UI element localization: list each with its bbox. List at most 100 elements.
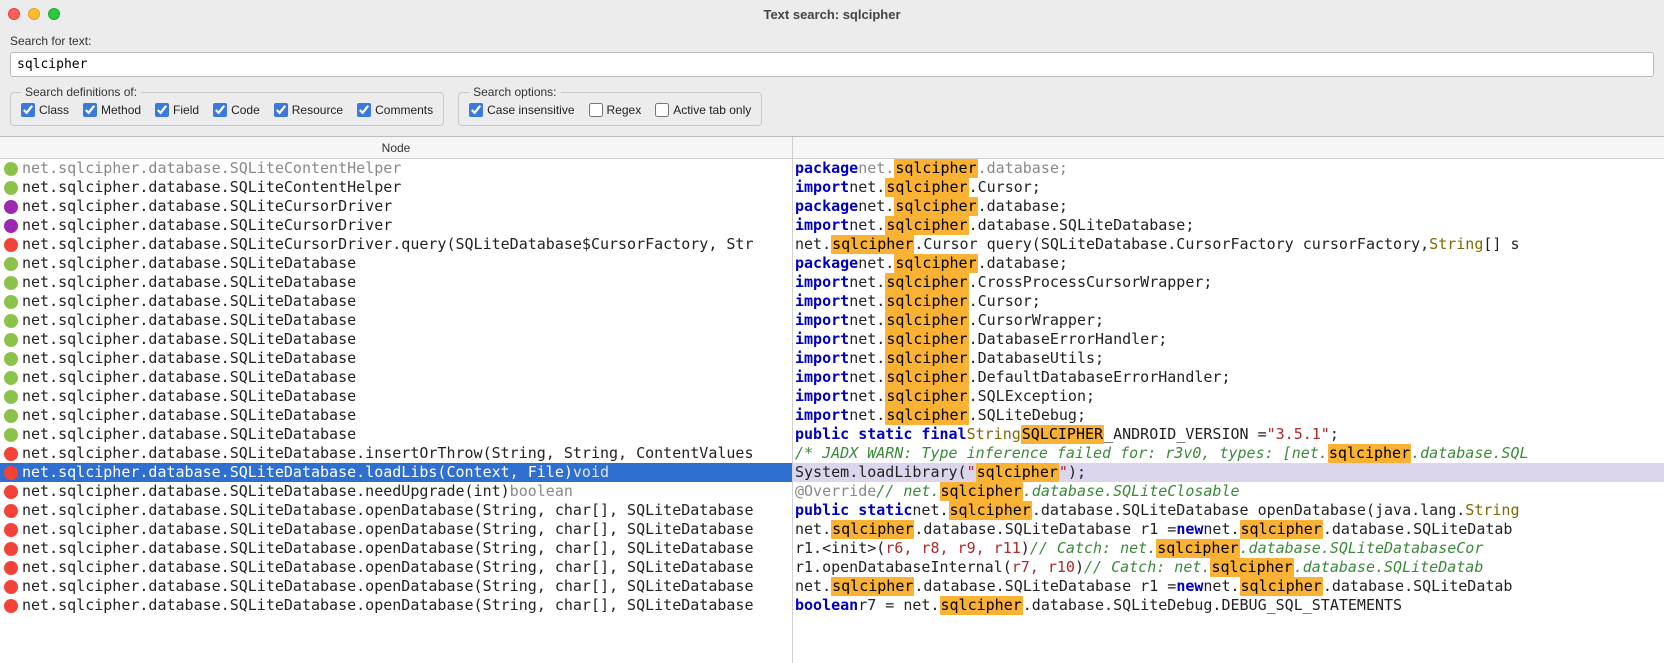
result-row[interactable]: net.sqlcipher.database.SQLiteDatabase.op… [0, 539, 792, 558]
result-row[interactable]: net.sqlcipher.database.SQLiteDatabase [0, 311, 792, 330]
result-row[interactable]: net.sqlcipher.database.SQLiteDatabase.in… [0, 444, 792, 463]
code-row[interactable]: System.loadLibrary("sqlcipher"); [793, 463, 1664, 482]
result-row[interactable]: net.sqlcipher.database.SQLiteDatabase [0, 254, 792, 273]
checkbox-class[interactable] [21, 103, 35, 117]
check-code[interactable]: Code [213, 103, 260, 117]
check-resource[interactable]: Resource [274, 103, 343, 117]
result-row[interactable]: net.sqlcipher.database.SQLiteDatabase.lo… [0, 463, 792, 482]
result-row[interactable]: net.sqlcipher.database.SQLiteDatabase [0, 292, 792, 311]
method-icon [4, 238, 18, 252]
search-label: Search for text: [10, 34, 1654, 48]
result-row[interactable]: net.sqlcipher.database.SQLiteDatabase.op… [0, 501, 792, 520]
checkbox-code[interactable] [213, 103, 227, 117]
class-icon [4, 162, 18, 176]
result-row[interactable]: net.sqlcipher.database.SQLiteDatabase [0, 406, 792, 425]
result-row[interactable]: net.sqlcipher.database.SQLiteCursorDrive… [0, 235, 792, 254]
result-row[interactable]: net.sqlcipher.database.SQLiteDatabase.ne… [0, 482, 792, 501]
method-icon [4, 542, 18, 556]
class-icon [4, 257, 18, 271]
code-row[interactable]: @Override // net.sqlcipher.database.SQLi… [793, 482, 1664, 501]
result-row[interactable]: net.sqlcipher.database.SQLiteDatabase.op… [0, 558, 792, 577]
check-ci[interactable]: Case insensitive [469, 103, 574, 117]
method-icon [4, 561, 18, 575]
check-method[interactable]: Method [83, 103, 141, 117]
node-header[interactable]: Node [0, 137, 792, 159]
code-column: package net.sqlcipher.database;import ne… [793, 137, 1664, 663]
check-regex[interactable]: Regex [589, 103, 642, 117]
result-row[interactable]: net.sqlcipher.database.SQLiteCursorDrive… [0, 216, 792, 235]
result-row[interactable]: net.sqlcipher.database.SQLiteDatabase [0, 387, 792, 406]
search-input[interactable] [10, 52, 1654, 77]
checkbox-comments[interactable] [357, 103, 371, 117]
search-area: Search for text: [0, 28, 1664, 79]
result-row[interactable]: net.sqlcipher.database.SQLiteDatabase [0, 425, 792, 444]
code-row[interactable]: net.sqlcipher.Cursor query(SQLiteDatabas… [793, 235, 1664, 254]
code-row[interactable]: public static final String SQLCIPHER_AND… [793, 425, 1664, 444]
result-row[interactable]: net.sqlcipher.database.SQLiteDatabase.op… [0, 520, 792, 539]
code-row[interactable]: import net.sqlcipher.CrossProcessCursorW… [793, 273, 1664, 292]
checkbox-active[interactable] [655, 103, 669, 117]
class-icon [4, 371, 18, 385]
result-row[interactable]: net.sqlcipher.database.SQLiteDatabase [0, 368, 792, 387]
code-row[interactable]: net.sqlcipher.database.SQLiteDatabase r1… [793, 520, 1664, 539]
check-comments[interactable]: Comments [357, 103, 433, 117]
code-row[interactable]: package net.sqlcipher.database; [793, 197, 1664, 216]
code-row[interactable]: import net.sqlcipher.SQLException; [793, 387, 1664, 406]
code-row[interactable]: package net.sqlcipher.database; [793, 159, 1664, 178]
checkbox-resource[interactable] [274, 103, 288, 117]
method-icon [4, 523, 18, 537]
code-row[interactable]: import net.sqlcipher.database.SQLiteData… [793, 216, 1664, 235]
code-row[interactable]: r1.openDatabaseInternal(r7, r10) // Catc… [793, 558, 1664, 577]
check-active[interactable]: Active tab only [655, 103, 751, 117]
code-row[interactable]: package net.sqlcipher.database; [793, 254, 1664, 273]
class-icon [4, 409, 18, 423]
checkbox-field[interactable] [155, 103, 169, 117]
code-row[interactable]: import net.sqlcipher.Cursor; [793, 178, 1664, 197]
window-title: Text search: sqlcipher [0, 7, 1664, 22]
results-pane: Node net.sqlcipher.database.SQLiteConten… [0, 136, 1664, 663]
result-row[interactable]: net.sqlcipher.database.SQLiteContentHelp… [0, 159, 792, 178]
class-icon [4, 390, 18, 404]
code-row[interactable]: net.sqlcipher.database.SQLiteDatabase r1… [793, 577, 1664, 596]
class-icon [4, 352, 18, 366]
interface-icon [4, 219, 18, 233]
result-row[interactable]: net.sqlcipher.database.SQLiteDatabase [0, 330, 792, 349]
result-row[interactable]: net.sqlcipher.database.SQLiteDatabase [0, 273, 792, 292]
code-row[interactable]: import net.sqlcipher.CursorWrapper; [793, 311, 1664, 330]
method-icon [4, 599, 18, 613]
class-icon [4, 333, 18, 347]
zoom-icon[interactable] [48, 8, 60, 20]
code-row[interactable]: r1.<init>(r6, r8, r9, r11) // Catch: net… [793, 539, 1664, 558]
code-row[interactable]: boolean r7 = net.sqlcipher.database.SQLi… [793, 596, 1664, 615]
code-row[interactable]: import net.sqlcipher.Cursor; [793, 292, 1664, 311]
checkbox-ci[interactable] [469, 103, 483, 117]
method-icon [4, 580, 18, 594]
code-header[interactable] [793, 137, 1664, 159]
code-row[interactable]: import net.sqlcipher.DatabaseErrorHandle… [793, 330, 1664, 349]
options-row: Search definitions of: Class Method Field C… [0, 79, 1664, 136]
code-row[interactable]: public static net.sqlcipher.database.SQL… [793, 501, 1664, 520]
interface-icon [4, 200, 18, 214]
minimize-icon[interactable] [28, 8, 40, 20]
result-row[interactable]: net.sqlcipher.database.SQLiteCursorDrive… [0, 197, 792, 216]
class-icon [4, 181, 18, 195]
check-field[interactable]: Field [155, 103, 199, 117]
check-class[interactable]: Class [21, 103, 69, 117]
result-row[interactable]: net.sqlcipher.database.SQLiteContentHelp… [0, 178, 792, 197]
node-column: Node net.sqlcipher.database.SQLiteConten… [0, 137, 793, 663]
result-row[interactable]: net.sqlcipher.database.SQLiteDatabase.op… [0, 577, 792, 596]
result-row[interactable]: net.sqlcipher.database.SQLiteDatabase [0, 349, 792, 368]
defs-legend: Search definitions of: [21, 85, 141, 99]
method-icon [4, 485, 18, 499]
result-row[interactable]: net.sqlcipher.database.SQLiteDatabase.op… [0, 596, 792, 615]
code-row[interactable]: /* JADX WARN: Type inference failed for:… [793, 444, 1664, 463]
search-options-fieldset: Search options: Case insensitiveRegexAct… [458, 85, 762, 126]
checkbox-method[interactable] [83, 103, 97, 117]
traffic-lights [8, 8, 60, 20]
code-row[interactable]: import net.sqlcipher.SQLiteDebug; [793, 406, 1664, 425]
code-row[interactable]: import net.sqlcipher.DefaultDatabaseErro… [793, 368, 1664, 387]
checkbox-regex[interactable] [589, 103, 603, 117]
close-icon[interactable] [8, 8, 20, 20]
class-icon [4, 295, 18, 309]
code-row[interactable]: import net.sqlcipher.DatabaseUtils; [793, 349, 1664, 368]
